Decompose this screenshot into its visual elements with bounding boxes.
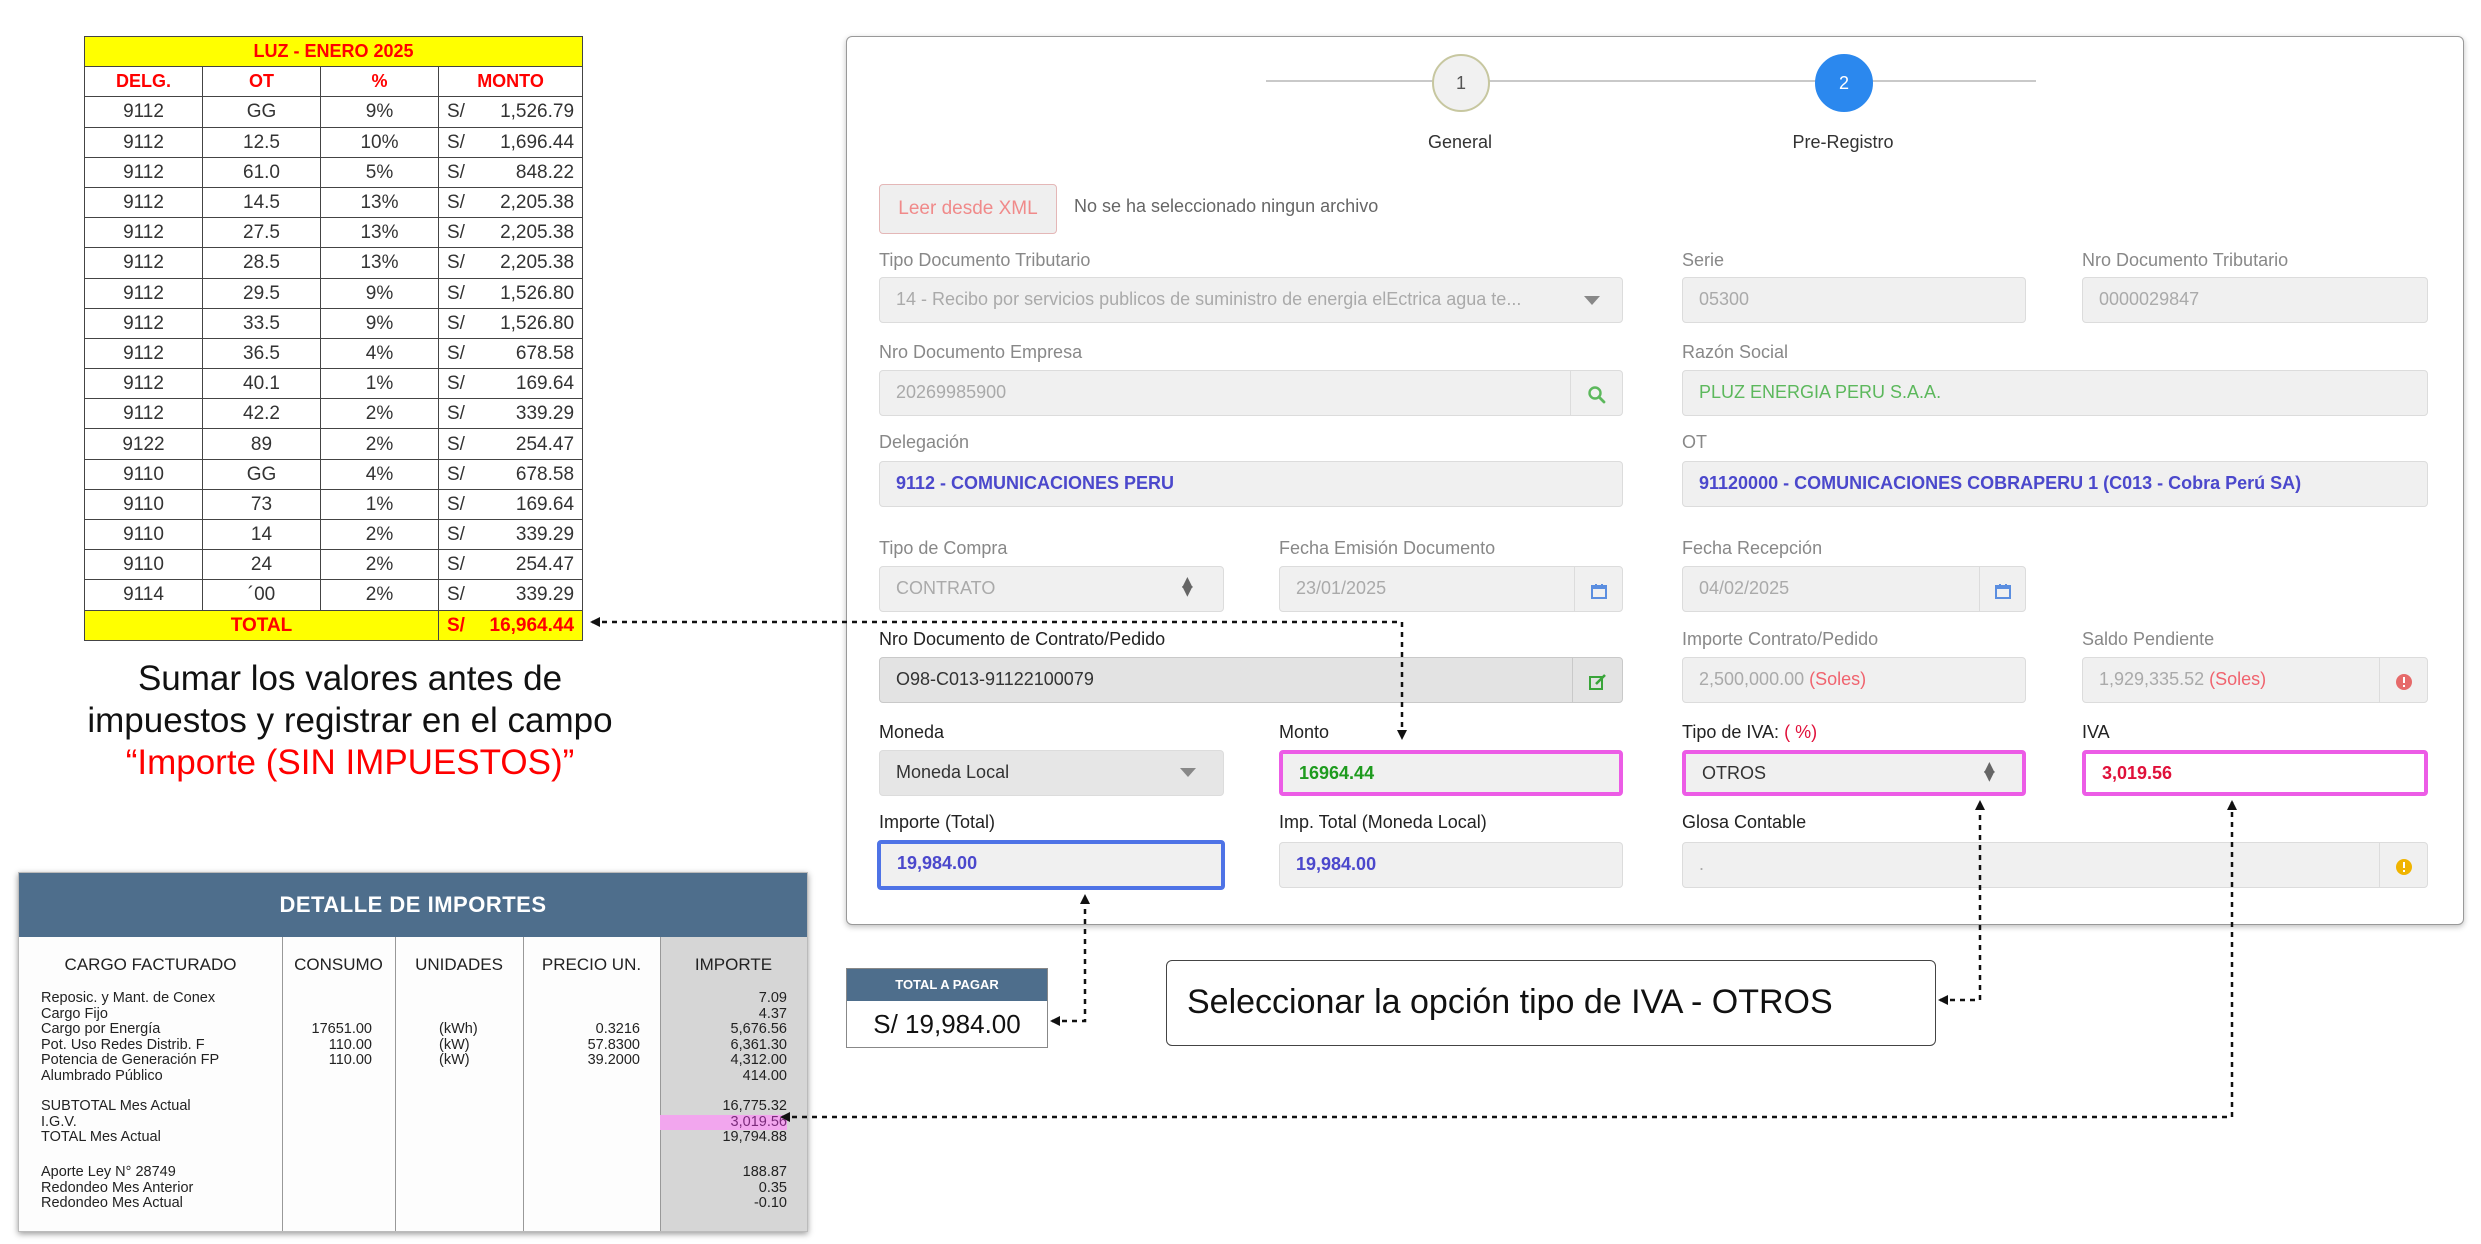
arrow-total-pagar-to-importe (1050, 894, 1090, 1026)
arrow-callout-to-tipo-iva (1938, 800, 1985, 1005)
arrow-igv-to-iva (780, 800, 2237, 1122)
arrow-total-to-monto (590, 617, 1407, 740)
annotation-arrows (590, 617, 2237, 1122)
